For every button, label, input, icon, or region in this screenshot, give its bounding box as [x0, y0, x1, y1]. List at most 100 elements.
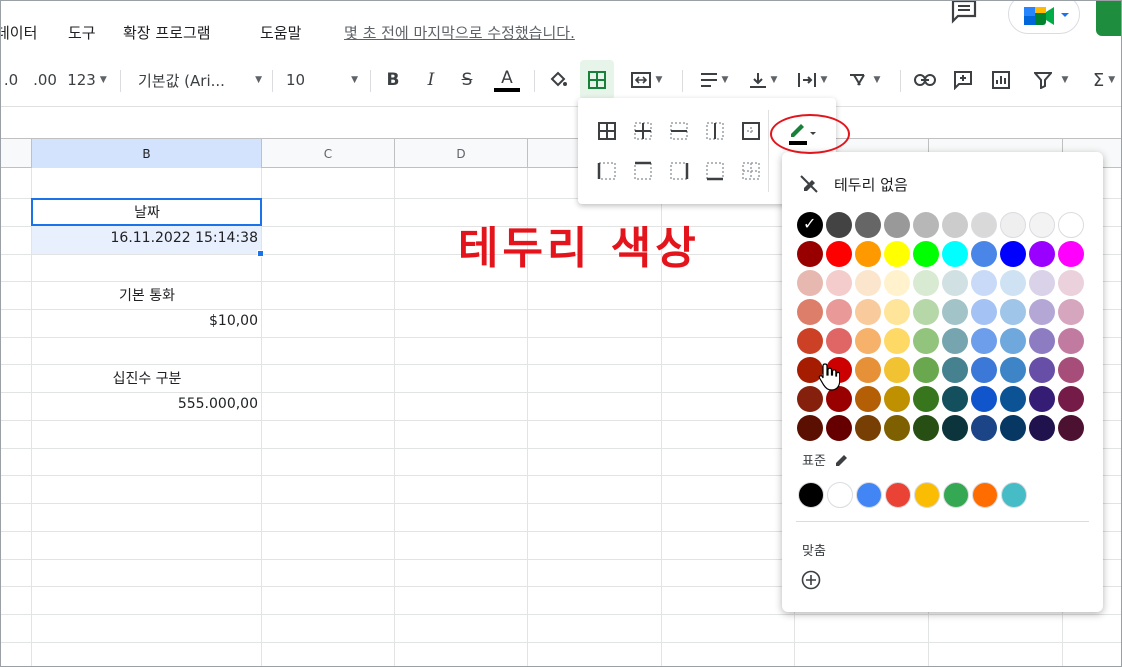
text-rotation-button[interactable]: ▼	[840, 60, 888, 100]
clear-borders-icon[interactable]	[738, 158, 764, 184]
color-swatch[interactable]	[1058, 386, 1084, 412]
color-swatch[interactable]	[942, 357, 968, 383]
color-swatch[interactable]	[1058, 415, 1084, 441]
color-swatch[interactable]	[1029, 299, 1055, 325]
last-edit-link[interactable]: 몇 초 전에 마지막으로 수정했습니다.	[344, 22, 575, 43]
font-size-select[interactable]: 10 ▼	[286, 60, 358, 100]
color-swatch[interactable]	[797, 212, 823, 238]
color-swatch[interactable]	[1029, 357, 1055, 383]
menu-help[interactable]: 도움말	[260, 22, 301, 43]
color-swatch[interactable]	[1058, 357, 1084, 383]
insert-comment-button[interactable]	[948, 60, 978, 100]
edit-pencil-icon[interactable]	[834, 452, 850, 468]
number-format-button[interactable]: 123 ▼	[64, 60, 110, 100]
color-swatch[interactable]	[884, 270, 910, 296]
color-swatch[interactable]	[1029, 328, 1055, 354]
color-swatch[interactable]	[1000, 415, 1026, 441]
comment-icon[interactable]	[950, 0, 978, 24]
left-border-icon[interactable]	[594, 158, 620, 184]
color-swatch[interactable]	[913, 328, 939, 354]
color-swatch[interactable]	[826, 328, 852, 354]
color-swatch[interactable]	[1000, 270, 1026, 296]
color-swatch[interactable]	[942, 241, 968, 267]
color-swatch[interactable]	[913, 270, 939, 296]
standard-color-swatch[interactable]	[972, 482, 998, 508]
color-swatch[interactable]	[797, 270, 823, 296]
outer-borders-icon[interactable]	[738, 118, 764, 144]
all-borders-icon[interactable]	[594, 118, 620, 144]
color-swatch[interactable]	[942, 386, 968, 412]
text-wrap-button[interactable]: ▼	[790, 60, 834, 100]
color-swatch[interactable]	[797, 415, 823, 441]
color-swatch[interactable]	[1029, 415, 1055, 441]
standard-color-swatch[interactable]	[1001, 482, 1027, 508]
color-swatch[interactable]	[1029, 241, 1055, 267]
filter-button[interactable]: ▼	[1026, 60, 1076, 100]
standard-color-swatch[interactable]	[885, 482, 911, 508]
text-color-button[interactable]: A	[492, 60, 522, 100]
color-swatch[interactable]	[797, 241, 823, 267]
italic-button[interactable]: I	[418, 60, 444, 100]
color-swatch[interactable]	[1058, 270, 1084, 296]
cell-b-currency-value[interactable]: $10,00	[32, 313, 258, 329]
color-swatch[interactable]	[1029, 386, 1055, 412]
color-swatch[interactable]	[855, 386, 881, 412]
color-swatch[interactable]	[942, 270, 968, 296]
color-swatch[interactable]	[971, 212, 997, 238]
color-swatch[interactable]	[942, 212, 968, 238]
cell-b-decimal-value[interactable]: 555.000,00	[32, 396, 258, 412]
color-swatch[interactable]	[826, 415, 852, 441]
color-swatch[interactable]	[855, 299, 881, 325]
color-swatch[interactable]	[971, 415, 997, 441]
increase-decimal-button[interactable]: .00	[30, 60, 60, 100]
color-swatch[interactable]	[971, 241, 997, 267]
color-swatch[interactable]	[855, 415, 881, 441]
color-swatch[interactable]	[913, 241, 939, 267]
color-swatch[interactable]	[884, 241, 910, 267]
color-swatch[interactable]	[826, 270, 852, 296]
color-swatch[interactable]	[826, 299, 852, 325]
color-swatch[interactable]	[971, 386, 997, 412]
share-button[interactable]	[1096, 0, 1122, 36]
color-swatch[interactable]	[884, 415, 910, 441]
functions-button[interactable]: Σ ▼	[1084, 60, 1122, 100]
color-swatch[interactable]	[1000, 299, 1026, 325]
right-border-icon[interactable]	[666, 158, 692, 184]
insert-link-button[interactable]	[910, 60, 940, 100]
color-swatch[interactable]	[1000, 328, 1026, 354]
top-border-icon[interactable]	[630, 158, 656, 184]
cell-b-date-value[interactable]: 16.11.2022 15:14:38	[32, 230, 259, 246]
font-family-select[interactable]: 기본값 (Ari... ▼	[138, 60, 262, 100]
color-swatch[interactable]	[884, 328, 910, 354]
color-swatch[interactable]	[942, 328, 968, 354]
vertical-borders-icon[interactable]	[702, 118, 728, 144]
color-swatch[interactable]	[855, 212, 881, 238]
color-swatch[interactable]	[913, 299, 939, 325]
color-swatch[interactable]	[855, 328, 881, 354]
standard-color-swatch[interactable]	[943, 482, 969, 508]
color-swatch[interactable]	[913, 212, 939, 238]
inner-borders-icon[interactable]	[630, 118, 656, 144]
color-swatch[interactable]	[826, 241, 852, 267]
fill-handle[interactable]	[257, 250, 264, 257]
color-swatch[interactable]	[971, 270, 997, 296]
merge-cells-button[interactable]: ▼	[620, 60, 672, 100]
color-swatch[interactable]	[1058, 328, 1084, 354]
horizontal-borders-icon[interactable]	[666, 118, 692, 144]
menu-extensions[interactable]: 확장 프로그램	[123, 22, 211, 43]
color-swatch[interactable]	[913, 415, 939, 441]
standard-color-swatch[interactable]	[856, 482, 882, 508]
color-swatch[interactable]	[1000, 241, 1026, 267]
fill-color-button[interactable]	[544, 60, 572, 100]
horizontal-align-button[interactable]: ▼	[692, 60, 736, 100]
color-swatch[interactable]	[1000, 212, 1026, 238]
cell-b-date-header[interactable]: 날짜	[32, 202, 262, 222]
menu-tools[interactable]: 도구	[68, 22, 96, 43]
color-swatch[interactable]	[884, 386, 910, 412]
cell-b-currency-header[interactable]: 기본 통화	[32, 285, 262, 305]
insert-chart-button[interactable]	[986, 60, 1016, 100]
color-swatch[interactable]	[1029, 270, 1055, 296]
strikethrough-button[interactable]: S	[454, 60, 480, 100]
column-header-c[interactable]: C	[262, 139, 395, 168]
menu-data[interactable]: 데이터	[0, 22, 37, 43]
